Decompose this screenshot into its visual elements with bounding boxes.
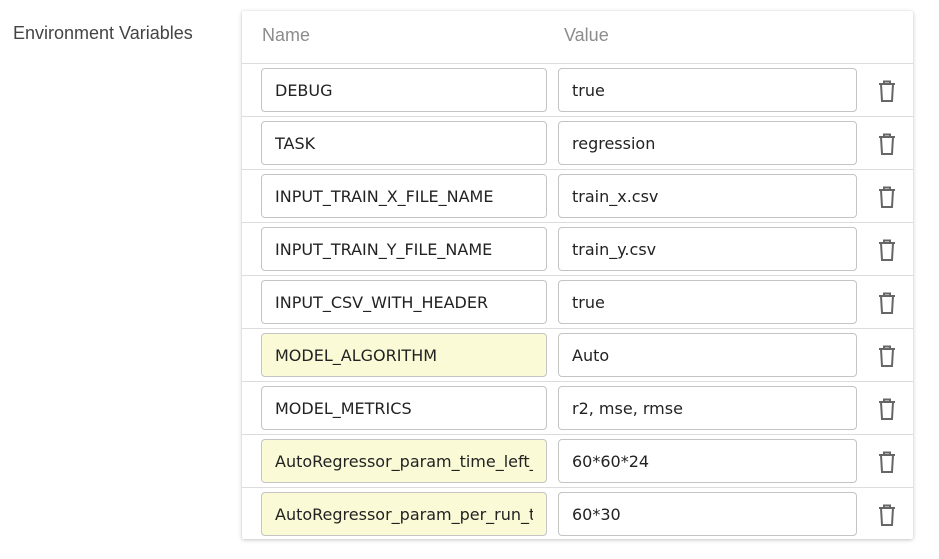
table-header: Name Value — [242, 11, 913, 64]
env-var-value-input[interactable] — [558, 174, 857, 218]
table-row — [242, 117, 913, 170]
trash-icon — [876, 503, 898, 527]
delete-button[interactable] — [874, 290, 900, 316]
trash-icon — [876, 397, 898, 421]
delete-button[interactable] — [874, 184, 900, 210]
table-row — [242, 170, 913, 223]
env-var-name-input[interactable] — [261, 68, 547, 112]
env-var-name-input[interactable] — [261, 121, 547, 165]
env-vars-table: Name Value — [242, 11, 913, 539]
table-row — [242, 223, 913, 276]
delete-button[interactable] — [874, 131, 900, 157]
trash-icon — [876, 185, 898, 209]
delete-button[interactable] — [874, 78, 900, 104]
table-row — [242, 276, 913, 329]
env-var-name-input[interactable] — [261, 386, 547, 430]
env-var-value-input[interactable] — [558, 492, 857, 536]
env-var-name-input[interactable] — [261, 280, 547, 324]
env-var-value-input[interactable] — [558, 386, 857, 430]
delete-button[interactable] — [874, 237, 900, 263]
delete-button[interactable] — [874, 396, 900, 422]
delete-button[interactable] — [874, 343, 900, 369]
env-var-value-input[interactable] — [558, 333, 857, 377]
env-var-value-input[interactable] — [558, 121, 857, 165]
trash-icon — [876, 344, 898, 368]
table-row — [242, 488, 913, 540]
env-var-value-input[interactable] — [558, 439, 857, 483]
env-var-value-input[interactable] — [558, 280, 857, 324]
trash-icon — [876, 238, 898, 262]
table-row — [242, 64, 913, 117]
env-var-name-input[interactable] — [261, 439, 547, 483]
trash-icon — [876, 450, 898, 474]
table-row — [242, 435, 913, 488]
delete-button[interactable] — [874, 502, 900, 528]
table-row — [242, 382, 913, 435]
trash-icon — [876, 79, 898, 103]
env-var-name-input[interactable] — [261, 492, 547, 536]
env-var-name-input[interactable] — [261, 227, 547, 271]
column-header-name: Name — [262, 25, 311, 45]
env-var-value-input[interactable] — [558, 227, 857, 271]
table-body — [242, 64, 913, 540]
env-var-name-input[interactable] — [261, 333, 547, 377]
table-row — [242, 329, 913, 382]
trash-icon — [876, 291, 898, 315]
column-header-value: Value — [564, 25, 609, 45]
section-label: Environment Variables — [13, 23, 193, 43]
env-var-name-input[interactable] — [261, 174, 547, 218]
env-var-value-input[interactable] — [558, 68, 857, 112]
trash-icon — [876, 132, 898, 156]
delete-button[interactable] — [874, 449, 900, 475]
